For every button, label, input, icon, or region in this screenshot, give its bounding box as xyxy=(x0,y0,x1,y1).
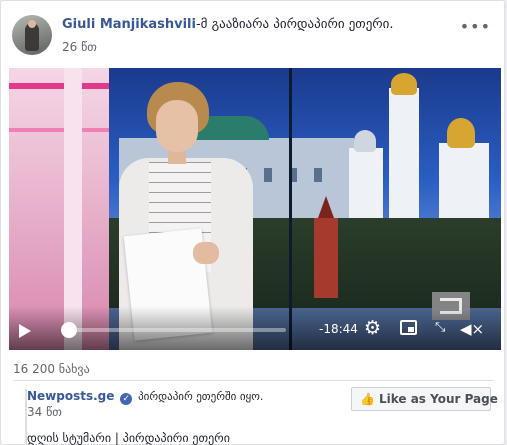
author-name-link[interactable]: Giuli Manjikashvili xyxy=(62,17,196,32)
gear-icon[interactable]: ⚙ xyxy=(364,319,381,338)
set-light-bar xyxy=(9,128,109,132)
expand-icon[interactable]: ⤡ xyxy=(435,320,445,335)
post-description: დღის სტუმარი | პირდაპირი ეთერი xyxy=(27,431,230,445)
volume-mute-icon[interactable]: ◀× xyxy=(460,320,484,338)
page-action-text: პირდაპირ ეთერში იყო. xyxy=(138,390,264,403)
cathedral xyxy=(439,143,489,228)
bell-tower-dome xyxy=(391,73,417,95)
like-as-page-label: Like as Your Page xyxy=(378,392,498,406)
divider xyxy=(13,380,494,381)
verified-badge-icon: ✓ xyxy=(120,393,133,405)
cathedral-dome xyxy=(354,130,376,152)
presenter-face xyxy=(156,100,198,152)
presenter-hand xyxy=(193,242,219,264)
page-name-link[interactable]: Newposts.ge xyxy=(27,389,114,403)
seek-bar[interactable] xyxy=(61,328,286,332)
page-timestamp[interactable]: 34 წთ xyxy=(27,405,62,419)
shared-page-line: Newposts.ge ✓ პირდაპირ ეთერში იყო. xyxy=(27,389,263,405)
author-avatar[interactable] xyxy=(12,15,52,55)
red-tower xyxy=(314,196,338,298)
video-controls: -18:44 ⚙ ⤡ ◀× xyxy=(9,306,501,350)
bell-tower xyxy=(389,88,419,228)
thumbs-up-icon: 👍 xyxy=(360,392,375,406)
author-line: Giuli Manjikashvili-მ გააზიარა პირდაპირი… xyxy=(62,17,394,32)
share-action-text: -მ გააზიარა პირდაპირი ეთერი. xyxy=(195,17,394,32)
remaining-time: -18:44 xyxy=(319,322,358,336)
cathedral-dome xyxy=(447,118,475,148)
post-header: Giuli Manjikashvili-მ გააზიარა პირდაპირი… xyxy=(12,15,497,61)
video-player[interactable]: -18:44 ⚙ ⤡ ◀× xyxy=(9,68,501,350)
palace-window xyxy=(314,168,322,182)
more-options-icon[interactable]: ••• xyxy=(460,17,491,36)
like-as-page-button[interactable]: 👍 Like as Your Page xyxy=(351,387,498,411)
play-icon[interactable] xyxy=(19,324,31,338)
set-light-bar xyxy=(9,83,109,89)
pip-icon[interactable] xyxy=(400,320,417,335)
cathedral xyxy=(349,148,383,228)
view-count: 16 200 ნახვა xyxy=(13,362,90,376)
seek-handle[interactable] xyxy=(61,322,77,338)
avatar-head xyxy=(28,20,36,28)
post-card: Giuli Manjikashvili-მ გააზიარა პირდაპირი… xyxy=(0,0,505,445)
shared-page-block: Newposts.ge ✓ პირდაპირ ეთერში იყო. 34 წთ… xyxy=(25,387,498,445)
post-timestamp[interactable]: 26 წთ xyxy=(62,40,97,54)
